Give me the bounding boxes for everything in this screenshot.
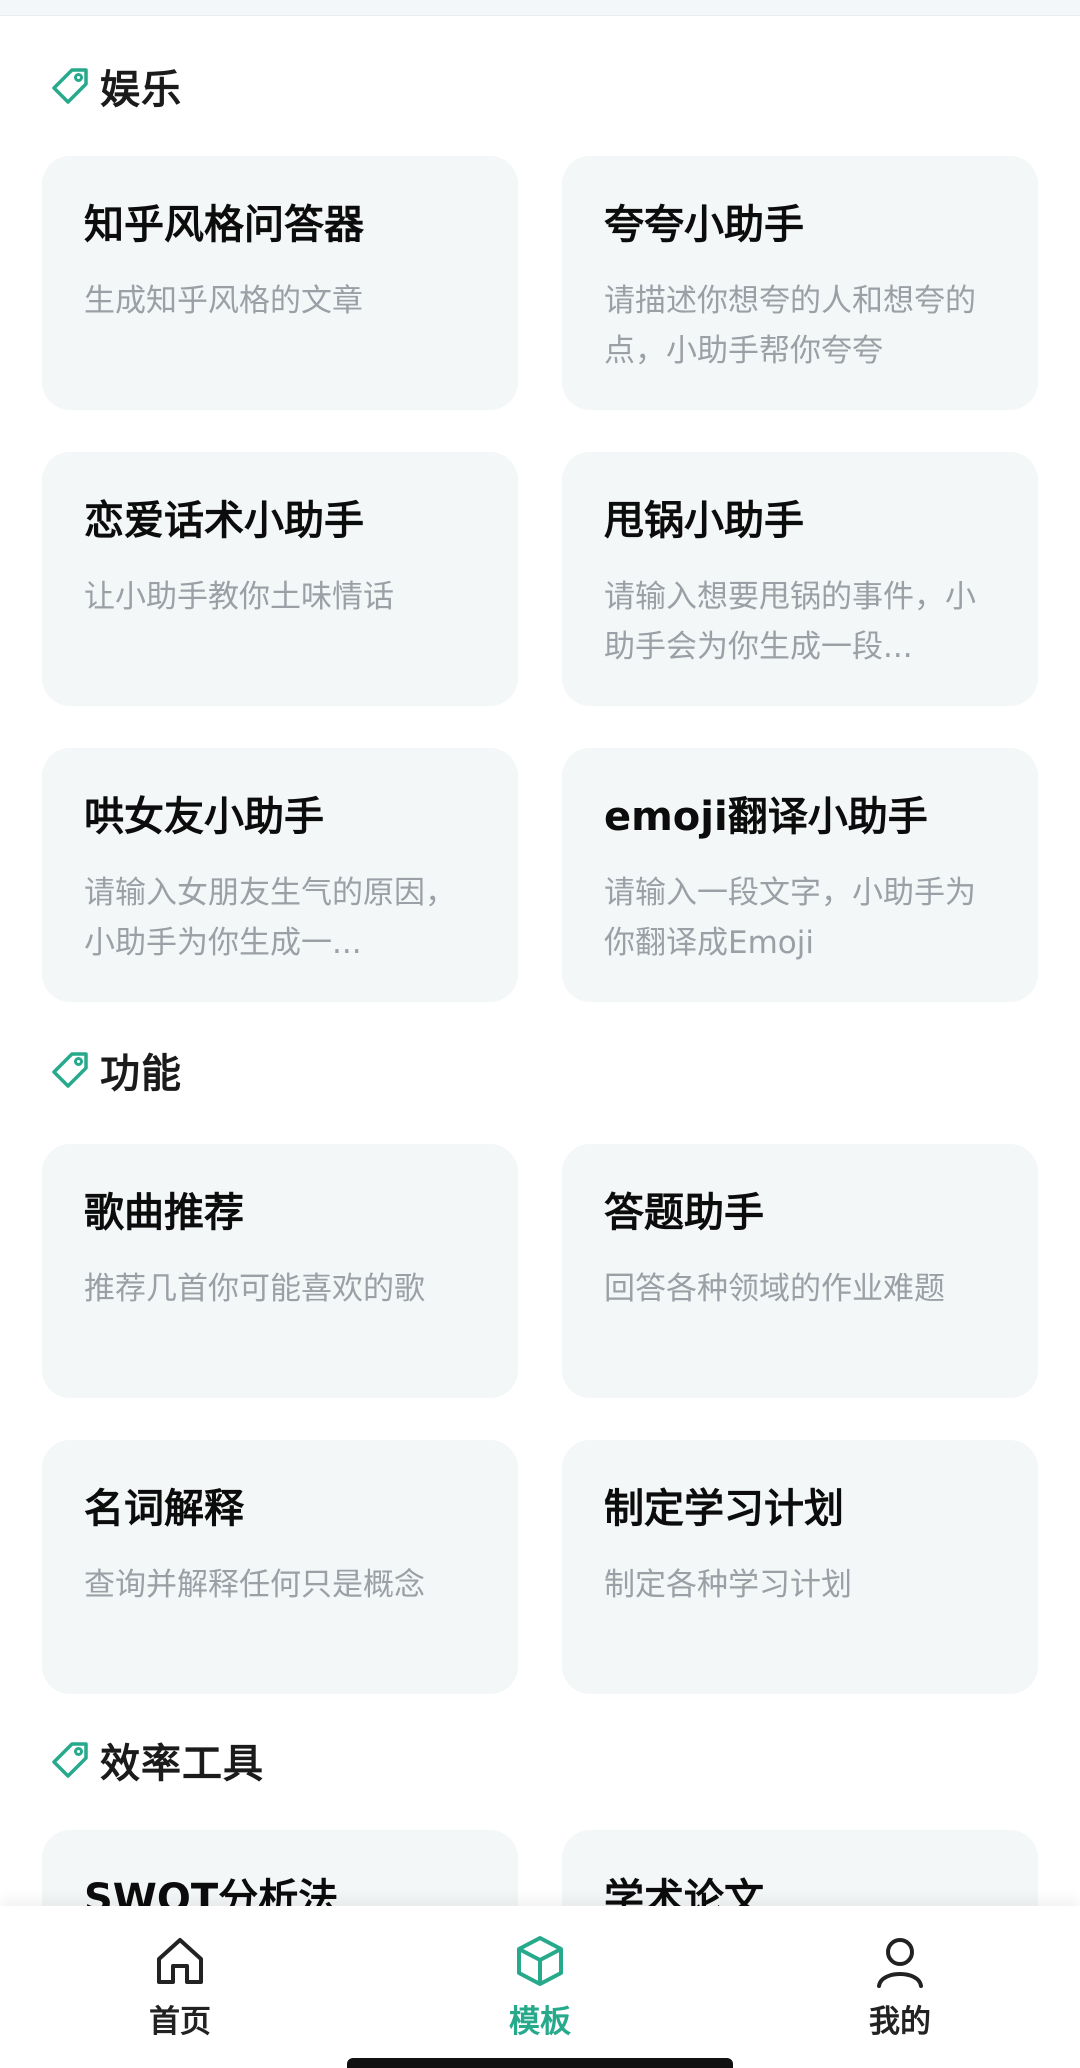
template-card-emoji[interactable]: emoji翻译小助手 请输入一段文字，小助手为你翻译成Emoji <box>562 748 1038 1002</box>
card-description: 制定各种学习计划 <box>604 1567 852 1603</box>
card-title: 歌曲推荐 <box>84 1190 244 1236</box>
card-description: 让小助手教你土味情话 <box>84 579 394 615</box>
card-description: 生成知乎风格的文章 <box>84 283 363 319</box>
card-title: 学术论文 <box>604 1876 764 1906</box>
status-strip <box>0 0 1080 16</box>
template-card-blame[interactable]: 甩锅小助手 请输入想要甩锅的事件，小助手会为你生成一段... <box>562 452 1038 706</box>
tab-mine[interactable]: 我的 <box>800 1906 1000 2068</box>
template-card-homework[interactable]: 答题助手 回答各种领域的作业难题 <box>562 1144 1038 1398</box>
template-card-swot[interactable]: SWOT分析法 <box>42 1830 518 1906</box>
tab-templates[interactable]: 模板 <box>440 1906 640 2068</box>
section-header-entertainment: 娱乐 <box>50 56 182 116</box>
template-list[interactable]: 娱乐 知乎风格问答器 生成知乎风格的文章 夸夸小助手 请描述你想夸的人和想夸的点… <box>0 16 1080 1906</box>
card-description: 推荐几首你可能喜欢的歌 <box>84 1271 425 1307</box>
card-description: 回答各种领域的作业难题 <box>604 1271 945 1307</box>
card-title: 答题助手 <box>604 1190 764 1236</box>
section-title: 效率工具 <box>100 1741 264 1787</box>
card-description: 请输入女朋友生气的原因，小助手为你生成一... <box>84 875 456 961</box>
card-title: 名词解释 <box>84 1486 244 1532</box>
card-title: 知乎风格问答器 <box>84 202 364 248</box>
tab-label: 模板 <box>509 2004 571 2040</box>
card-description: 请描述你想夸的人和想夸的点，小助手帮你夸夸 <box>604 283 976 369</box>
template-card-glossary[interactable]: 名词解释 查询并解释任何只是概念 <box>42 1440 518 1694</box>
template-card-paper[interactable]: 学术论文 <box>562 1830 1038 1906</box>
card-title: 夸夸小助手 <box>604 202 804 248</box>
template-card-girlfriend[interactable]: 哄女友小助手 请输入女朋友生气的原因，小助手为你生成一... <box>42 748 518 1002</box>
tab-home[interactable]: 首页 <box>80 1906 280 2068</box>
template-card-zhihu[interactable]: 知乎风格问答器 生成知乎风格的文章 <box>42 156 518 410</box>
card-title: SWOT分析法 <box>84 1876 339 1906</box>
cube-icon <box>517 1936 563 1986</box>
tag-icon <box>52 68 88 104</box>
template-card-love-talk[interactable]: 恋爱话术小助手 让小助手教你土味情话 <box>42 452 518 706</box>
card-title: 哄女友小助手 <box>84 794 324 840</box>
home-indicator[interactable] <box>347 2058 733 2068</box>
card-title: 甩锅小助手 <box>604 498 804 544</box>
section-title: 娱乐 <box>100 67 182 113</box>
card-description: 请输入一段文字，小助手为你翻译成Emoji <box>604 875 976 961</box>
section-header-functions: 功能 <box>50 1040 182 1100</box>
card-title: 制定学习计划 <box>604 1486 844 1532</box>
user-icon <box>877 1938 923 1988</box>
card-title: 恋爱话术小助手 <box>84 498 364 544</box>
bottom-tab-bar: 首页 模板 我的 <box>0 1906 1080 2068</box>
tag-icon <box>52 1052 88 1088</box>
template-card-study-plan[interactable]: 制定学习计划 制定各种学习计划 <box>562 1440 1038 1694</box>
template-card-song[interactable]: 歌曲推荐 推荐几首你可能喜欢的歌 <box>42 1144 518 1398</box>
card-description: 请输入想要甩锅的事件，小助手会为你生成一段... <box>604 579 976 665</box>
section-title: 功能 <box>100 1051 182 1097</box>
home-icon <box>157 1938 203 1984</box>
tag-icon <box>52 1742 88 1778</box>
tab-label: 我的 <box>869 2004 931 2040</box>
template-card-praise[interactable]: 夸夸小助手 请描述你想夸的人和想夸的点，小助手帮你夸夸 <box>562 156 1038 410</box>
card-title: emoji翻译小助手 <box>604 794 928 840</box>
card-description: 查询并解释任何只是概念 <box>84 1567 425 1603</box>
tab-label: 首页 <box>149 2004 211 2040</box>
section-header-productivity: 效率工具 <box>50 1730 264 1790</box>
